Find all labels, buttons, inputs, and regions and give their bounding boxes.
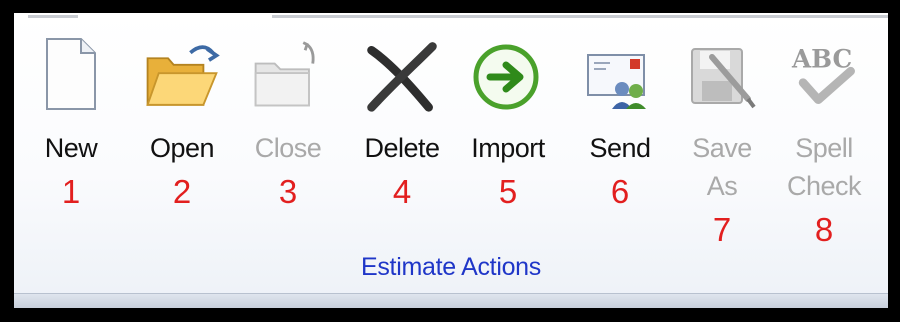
import-button[interactable]: Import 5: [460, 13, 556, 273]
delete-button[interactable]: Delete 4: [350, 13, 454, 273]
close-folder-icon: [248, 13, 328, 113]
close-number: 3: [278, 173, 298, 210]
save-as-icon: [682, 13, 762, 113]
spell-check-button[interactable]: ABC Spell Check 8: [776, 13, 872, 273]
save-as-button[interactable]: Save As 7: [678, 13, 766, 273]
import-arrow-icon: [468, 13, 548, 113]
estimate-actions-ribbon: New 1 Open 2 Close 3 Delete 4 Import 5 S…: [14, 13, 888, 308]
import-label: Import: [471, 133, 545, 163]
open-number: 2: [172, 173, 192, 210]
send-label: Send: [589, 133, 651, 163]
new-button[interactable]: New 1: [26, 13, 116, 273]
send-envelope-icon: [580, 13, 660, 113]
new-number: 1: [61, 173, 81, 210]
spell-check-label-line2: Check: [786, 171, 862, 201]
save-as-number: 7: [712, 211, 732, 248]
send-number: 6: [610, 173, 630, 210]
delete-x-icon: [362, 13, 442, 113]
open-folder-icon: [142, 13, 222, 113]
open-button[interactable]: Open 2: [132, 13, 232, 273]
ribbon-bottom-band: [14, 293, 888, 308]
new-document-icon: [31, 13, 111, 113]
new-label: New: [44, 133, 98, 163]
spell-check-label-line1: Spell: [795, 133, 853, 163]
save-as-label-line1: Save: [692, 133, 752, 163]
import-number: 5: [498, 173, 518, 210]
close-button[interactable]: Close 3: [242, 13, 334, 273]
close-label: Close: [254, 133, 322, 163]
open-label: Open: [149, 133, 215, 163]
save-as-label-line2: As: [706, 171, 738, 201]
group-title: Estimate Actions: [360, 253, 541, 281]
svg-text:ABC: ABC: [791, 44, 852, 73]
spell-check-icon: ABC: [784, 13, 864, 113]
send-button[interactable]: Send 6: [572, 13, 668, 273]
delete-number: 4: [392, 173, 412, 210]
spell-check-number: 8: [814, 211, 834, 248]
delete-label: Delete: [364, 133, 440, 163]
